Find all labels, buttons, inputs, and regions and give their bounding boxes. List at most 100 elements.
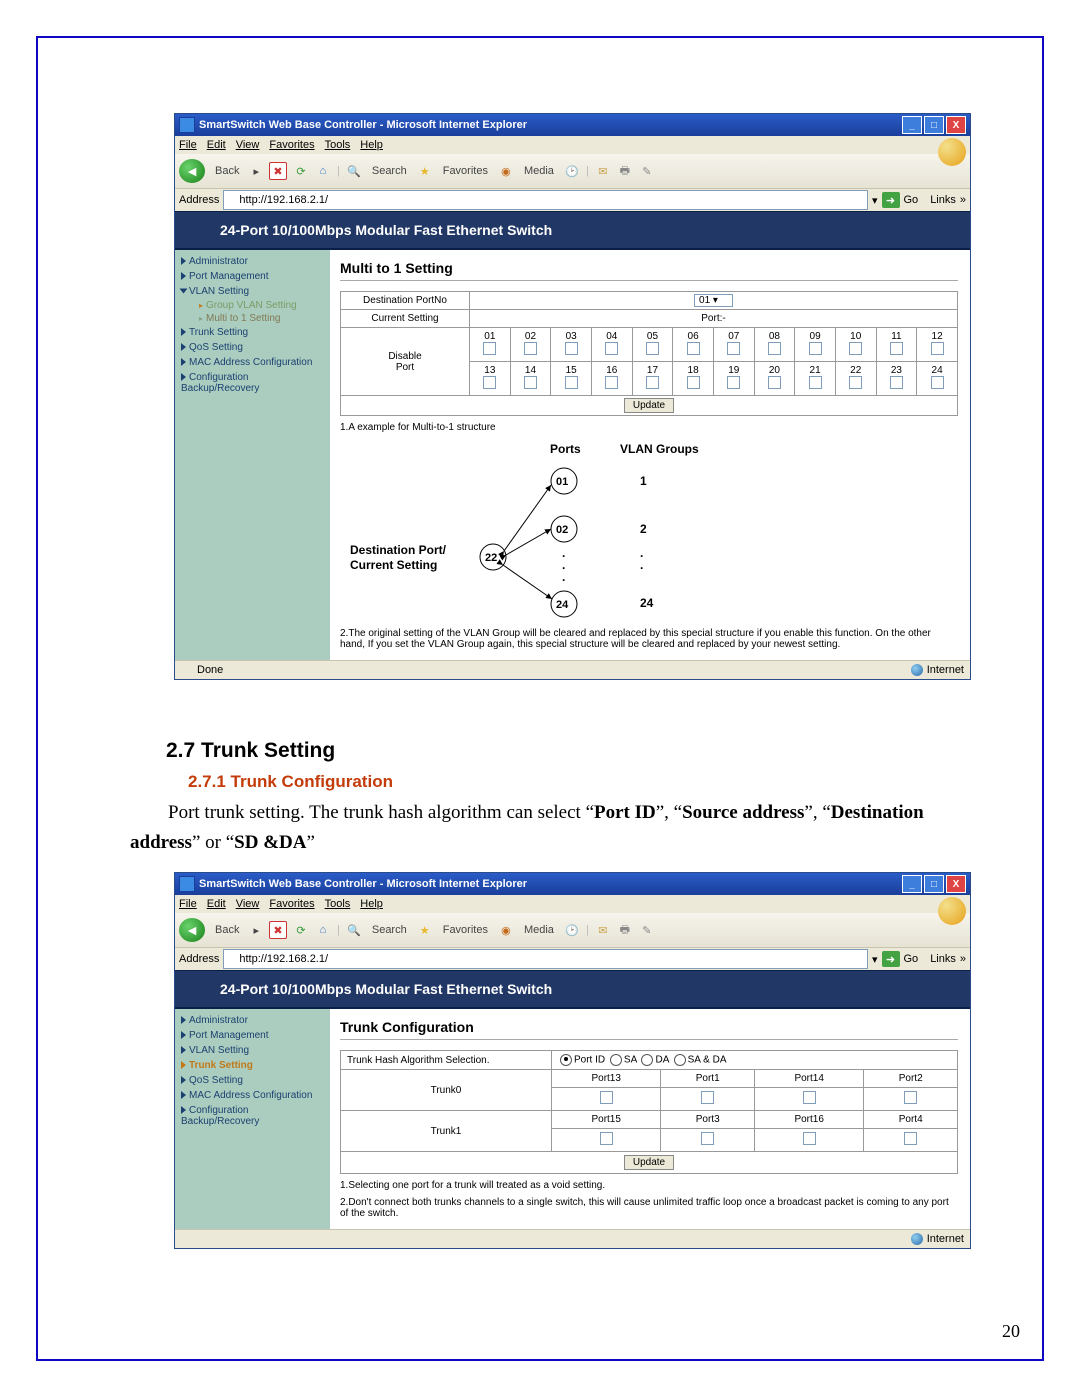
nav-vlan-setting[interactable]: VLAN Setting [175, 284, 330, 299]
radio-sa[interactable] [610, 1054, 622, 1066]
minimize-button[interactable]: _ [902, 116, 922, 134]
update-button[interactable]: Update [624, 398, 674, 413]
maximize-button[interactable]: □ [924, 875, 944, 893]
trunk1-checkbox[interactable] [600, 1132, 613, 1145]
menu-edit[interactable]: Edit [207, 898, 226, 910]
nav-port-management[interactable]: Port Management [175, 269, 330, 284]
refresh-icon[interactable]: ⟳ [293, 163, 309, 179]
radio-sa-da[interactable] [674, 1054, 686, 1066]
port-cell[interactable]: 16 [591, 362, 632, 396]
search-label[interactable]: Search [368, 922, 411, 938]
nav-config-backup[interactable]: Configuration Backup/Recovery [175, 1103, 330, 1129]
trunk0-checkbox[interactable] [600, 1091, 613, 1104]
stop-icon[interactable]: ✖ [269, 162, 287, 180]
menu-tools[interactable]: Tools [325, 898, 351, 910]
menu-help[interactable]: Help [360, 898, 383, 910]
nav-mac-address[interactable]: MAC Address Configuration [175, 355, 330, 370]
maximize-button[interactable]: □ [924, 116, 944, 134]
history-icon[interactable]: 🕑 [564, 163, 580, 179]
trunk0-checkbox[interactable] [904, 1091, 917, 1104]
nav-administrator[interactable]: Administrator [175, 254, 330, 269]
close-button[interactable]: X [946, 875, 966, 893]
go-button[interactable]: ➜ [882, 951, 900, 967]
edit-icon[interactable]: ✎ [639, 163, 655, 179]
media-icon[interactable]: ◉ [498, 163, 514, 179]
alg-options[interactable]: Port ID SA DA SA & DA [552, 1051, 958, 1070]
port-cell[interactable]: 03 [551, 328, 592, 362]
port-cell[interactable]: 18 [673, 362, 714, 396]
port-cell[interactable]: 23 [876, 362, 917, 396]
home-icon[interactable]: ⌂ [315, 163, 331, 179]
menu-bar[interactable]: File Edit View Favorites Tools Help [175, 895, 970, 913]
menu-file[interactable]: File [179, 139, 197, 151]
forward-button[interactable]: ▸ [249, 163, 263, 180]
media-icon[interactable]: ◉ [498, 922, 514, 938]
port-cell[interactable]: 07 [713, 328, 754, 362]
nav-port-management[interactable]: Port Management [175, 1028, 330, 1043]
refresh-icon[interactable]: ⟳ [293, 922, 309, 938]
nav-trunk-setting[interactable]: Trunk Setting [175, 1058, 330, 1073]
menu-view[interactable]: View [236, 139, 260, 151]
home-icon[interactable]: ⌂ [315, 922, 331, 938]
menu-tools[interactable]: Tools [325, 139, 351, 151]
links-label[interactable]: Links [930, 194, 956, 206]
media-label[interactable]: Media [520, 922, 558, 938]
port-cell[interactable]: 14 [510, 362, 551, 396]
nav-trunk-setting[interactable]: Trunk Setting [175, 325, 330, 340]
search-icon[interactable]: 🔍 [346, 922, 362, 938]
trunk1-checkbox[interactable] [701, 1132, 714, 1145]
back-button[interactable]: ◄ [179, 159, 205, 183]
favorites-label[interactable]: Favorites [439, 163, 492, 179]
back-button[interactable]: ◄ [179, 918, 205, 942]
menu-file[interactable]: File [179, 898, 197, 910]
favorites-label[interactable]: Favorites [439, 922, 492, 938]
port-cell[interactable]: 02 [510, 328, 551, 362]
port-cell[interactable]: 22 [835, 362, 876, 396]
mail-icon[interactable]: ✉ [595, 922, 611, 938]
nav-qos-setting[interactable]: QoS Setting [175, 1073, 330, 1088]
favorites-icon[interactable]: ★ [417, 163, 433, 179]
close-button[interactable]: X [946, 116, 966, 134]
mail-icon[interactable]: ✉ [595, 163, 611, 179]
menu-bar[interactable]: File Edit View Favorites Tools Help [175, 136, 970, 154]
edit-icon[interactable]: ✎ [639, 922, 655, 938]
port-cell[interactable]: 12 [917, 328, 958, 362]
address-input[interactable]: http://192.168.2.1/ [223, 949, 868, 969]
nav-administrator[interactable]: Administrator [175, 1013, 330, 1028]
print-icon[interactable]: 🖶 [617, 922, 633, 938]
trunk1-checkbox[interactable] [904, 1132, 917, 1145]
minimize-button[interactable]: _ [902, 875, 922, 893]
trunk0-checkbox[interactable] [701, 1091, 714, 1104]
port-cell[interactable]: 01 [470, 328, 511, 362]
menu-edit[interactable]: Edit [207, 139, 226, 151]
port-cell[interactable]: 05 [632, 328, 673, 362]
port-cell[interactable]: 19 [713, 362, 754, 396]
port-cell[interactable]: 11 [876, 328, 917, 362]
radio-port-id[interactable] [560, 1054, 572, 1066]
links-label[interactable]: Links [930, 953, 956, 965]
port-cell[interactable]: 08 [754, 328, 795, 362]
port-cell[interactable]: 09 [795, 328, 836, 362]
trunk1-checkbox[interactable] [803, 1132, 816, 1145]
port-cell[interactable]: 06 [673, 328, 714, 362]
update-button[interactable]: Update [624, 1155, 674, 1170]
port-cell[interactable]: 04 [591, 328, 632, 362]
go-button[interactable]: ➜ [882, 192, 900, 208]
forward-button[interactable]: ▸ [249, 922, 263, 939]
menu-view[interactable]: View [236, 898, 260, 910]
port-cell[interactable]: 24 [917, 362, 958, 396]
radio-da[interactable] [641, 1054, 653, 1066]
search-label[interactable]: Search [368, 163, 411, 179]
menu-favorites[interactable]: Favorites [269, 898, 314, 910]
nav-vlan-setting[interactable]: VLAN Setting [175, 1043, 330, 1058]
port-cell[interactable]: 20 [754, 362, 795, 396]
port-cell[interactable]: 17 [632, 362, 673, 396]
nav-mac-address[interactable]: MAC Address Configuration [175, 1088, 330, 1103]
port-cell[interactable]: 15 [551, 362, 592, 396]
address-input[interactable]: http://192.168.2.1/ [223, 190, 868, 210]
port-cell[interactable]: 10 [835, 328, 876, 362]
menu-favorites[interactable]: Favorites [269, 139, 314, 151]
media-label[interactable]: Media [520, 163, 558, 179]
port-cell[interactable]: 21 [795, 362, 836, 396]
trunk0-checkbox[interactable] [803, 1091, 816, 1104]
